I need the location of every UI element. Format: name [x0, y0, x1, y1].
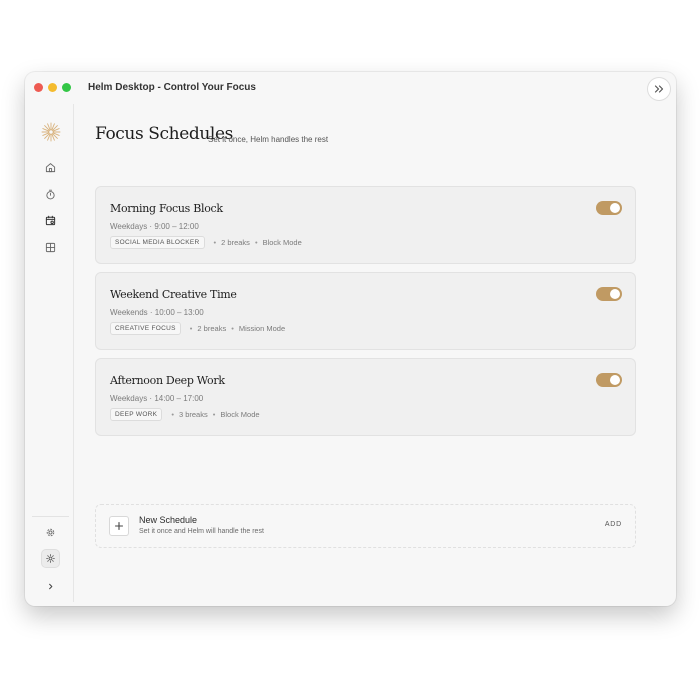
sidebar-divider	[32, 516, 69, 517]
schedule-tag: DEEP WORK	[110, 408, 163, 421]
schedule-name: Morning Focus Block	[110, 202, 223, 215]
calendar-icon	[45, 215, 55, 225]
chevron-right-icon	[48, 583, 52, 589]
sidebar-expand-button[interactable]	[42, 578, 58, 594]
page-subtitle: Set it once, Helm handles the rest	[208, 135, 329, 144]
minimize-window-button[interactable]	[48, 83, 57, 92]
expand-button[interactable]	[648, 78, 670, 100]
theme-sun-icon	[46, 554, 55, 563]
new-schedule-title: New Schedule	[139, 515, 198, 525]
close-window-button[interactable]	[34, 83, 43, 92]
schedule-card[interactable]: Weekend Creative Time Weekends · 10:00 –…	[95, 272, 636, 350]
nav-schedules-button[interactable]	[42, 212, 58, 228]
sidebar	[28, 104, 74, 602]
schedule-tag: SOCIAL MEDIA BLOCKER	[110, 236, 205, 249]
app-window: Helm Desktop - Control Your Focus Focus …	[25, 72, 676, 606]
nav-home-button[interactable]	[42, 159, 58, 175]
home-icon	[45, 162, 55, 172]
schedule-mode: Block Mode	[262, 238, 302, 247]
schedule-name: Weekend Creative Time	[110, 288, 237, 301]
schedule-breaks: 3 breaks	[178, 410, 208, 419]
schedule-toggle[interactable]	[596, 373, 622, 387]
window-title: Helm Desktop - Control Your Focus	[88, 82, 256, 93]
schedule-card[interactable]: Morning Focus Block Weekdays · 9:00 – 12…	[95, 186, 636, 264]
maximize-window-button[interactable]	[62, 83, 71, 92]
sun-logo-icon	[41, 122, 61, 142]
grid-icon	[45, 242, 55, 252]
schedule-card[interactable]: Afternoon Deep Work Weekdays · 14:00 – 1…	[95, 358, 636, 436]
schedule-time: Weekends · 10:00 – 13:00	[110, 308, 204, 317]
schedule-toggle[interactable]	[596, 287, 622, 301]
double-chevron-right-icon	[654, 85, 664, 93]
schedule-mode: Mission Mode	[238, 324, 286, 333]
schedule-time: Weekdays · 14:00 – 17:00	[110, 394, 204, 403]
theme-toggle-button[interactable]	[42, 550, 59, 567]
schedule-meta: DEEP WORK • 3 breaks • Block Mode	[110, 408, 260, 421]
nav-grid-button[interactable]	[42, 239, 58, 255]
add-link[interactable]: ADD	[605, 521, 622, 528]
plus-icon	[114, 521, 124, 531]
new-schedule-card[interactable]: New Schedule Set it once and Helm will h…	[95, 504, 636, 548]
schedule-breaks: 2 breaks	[221, 238, 250, 247]
timer-icon	[45, 189, 55, 199]
gear-icon	[46, 528, 54, 536]
schedule-time: Weekdays · 9:00 – 12:00	[110, 222, 199, 231]
new-schedule-subtitle: Set it once and Helm will handle the res…	[139, 528, 264, 535]
schedule-meta: CREATIVE FOCUS • 2 breaks • Mission Mode	[110, 322, 285, 335]
add-schedule-button[interactable]	[109, 516, 129, 536]
schedule-name: Afternoon Deep Work	[110, 374, 225, 387]
main-content: Focus Schedules Set it once, Helm handle…	[74, 104, 676, 606]
title-bar: Helm Desktop - Control Your Focus	[25, 72, 676, 104]
schedule-mode: Block Mode	[220, 410, 260, 419]
schedule-toggle[interactable]	[596, 201, 622, 215]
nav-timer-button[interactable]	[42, 186, 58, 202]
schedule-breaks: 2 breaks	[197, 324, 227, 333]
settings-button[interactable]	[42, 524, 58, 540]
schedule-meta: SOCIAL MEDIA BLOCKER • 2 breaks • Block …	[110, 236, 302, 249]
schedule-tag: CREATIVE FOCUS	[110, 322, 181, 335]
